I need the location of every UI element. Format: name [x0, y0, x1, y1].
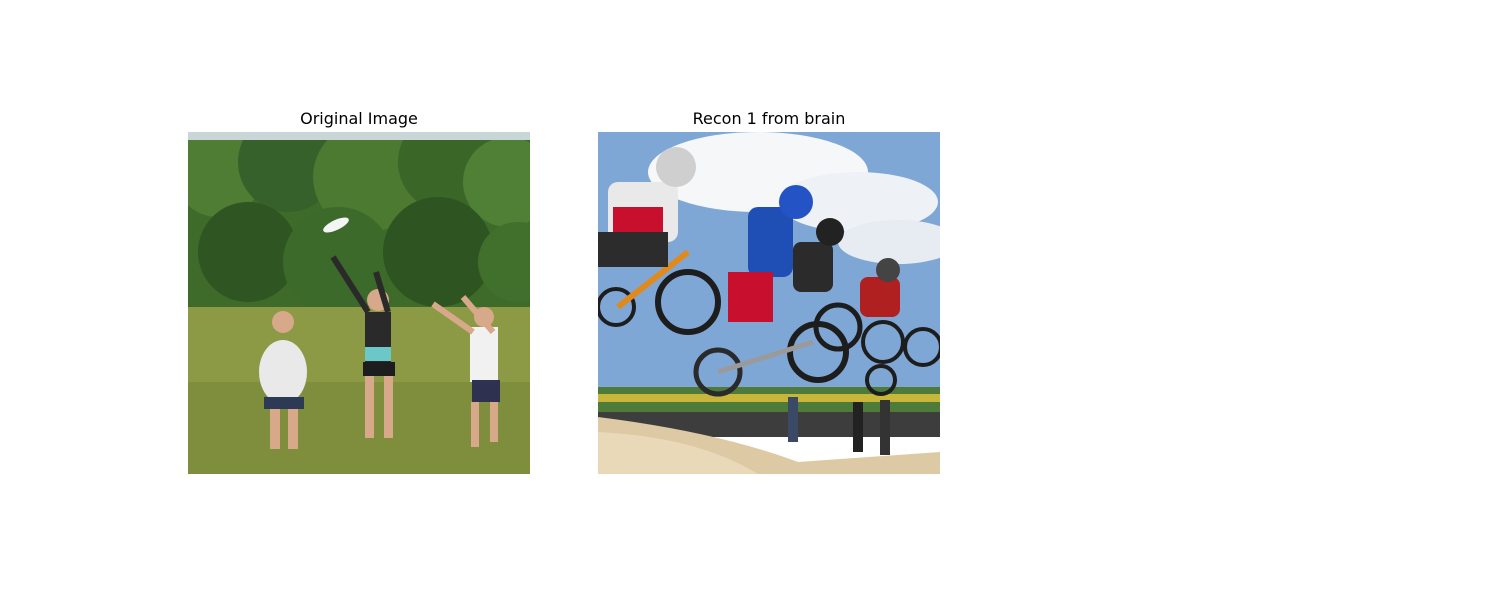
panel-title-original: Original Image	[300, 109, 418, 128]
panel-title-recon: Recon 1 from brain	[692, 109, 846, 128]
reconstructed-image	[598, 132, 940, 474]
original-image	[188, 132, 530, 474]
original-image-illustration	[188, 132, 530, 474]
reconstructed-image-illustration	[598, 132, 940, 474]
